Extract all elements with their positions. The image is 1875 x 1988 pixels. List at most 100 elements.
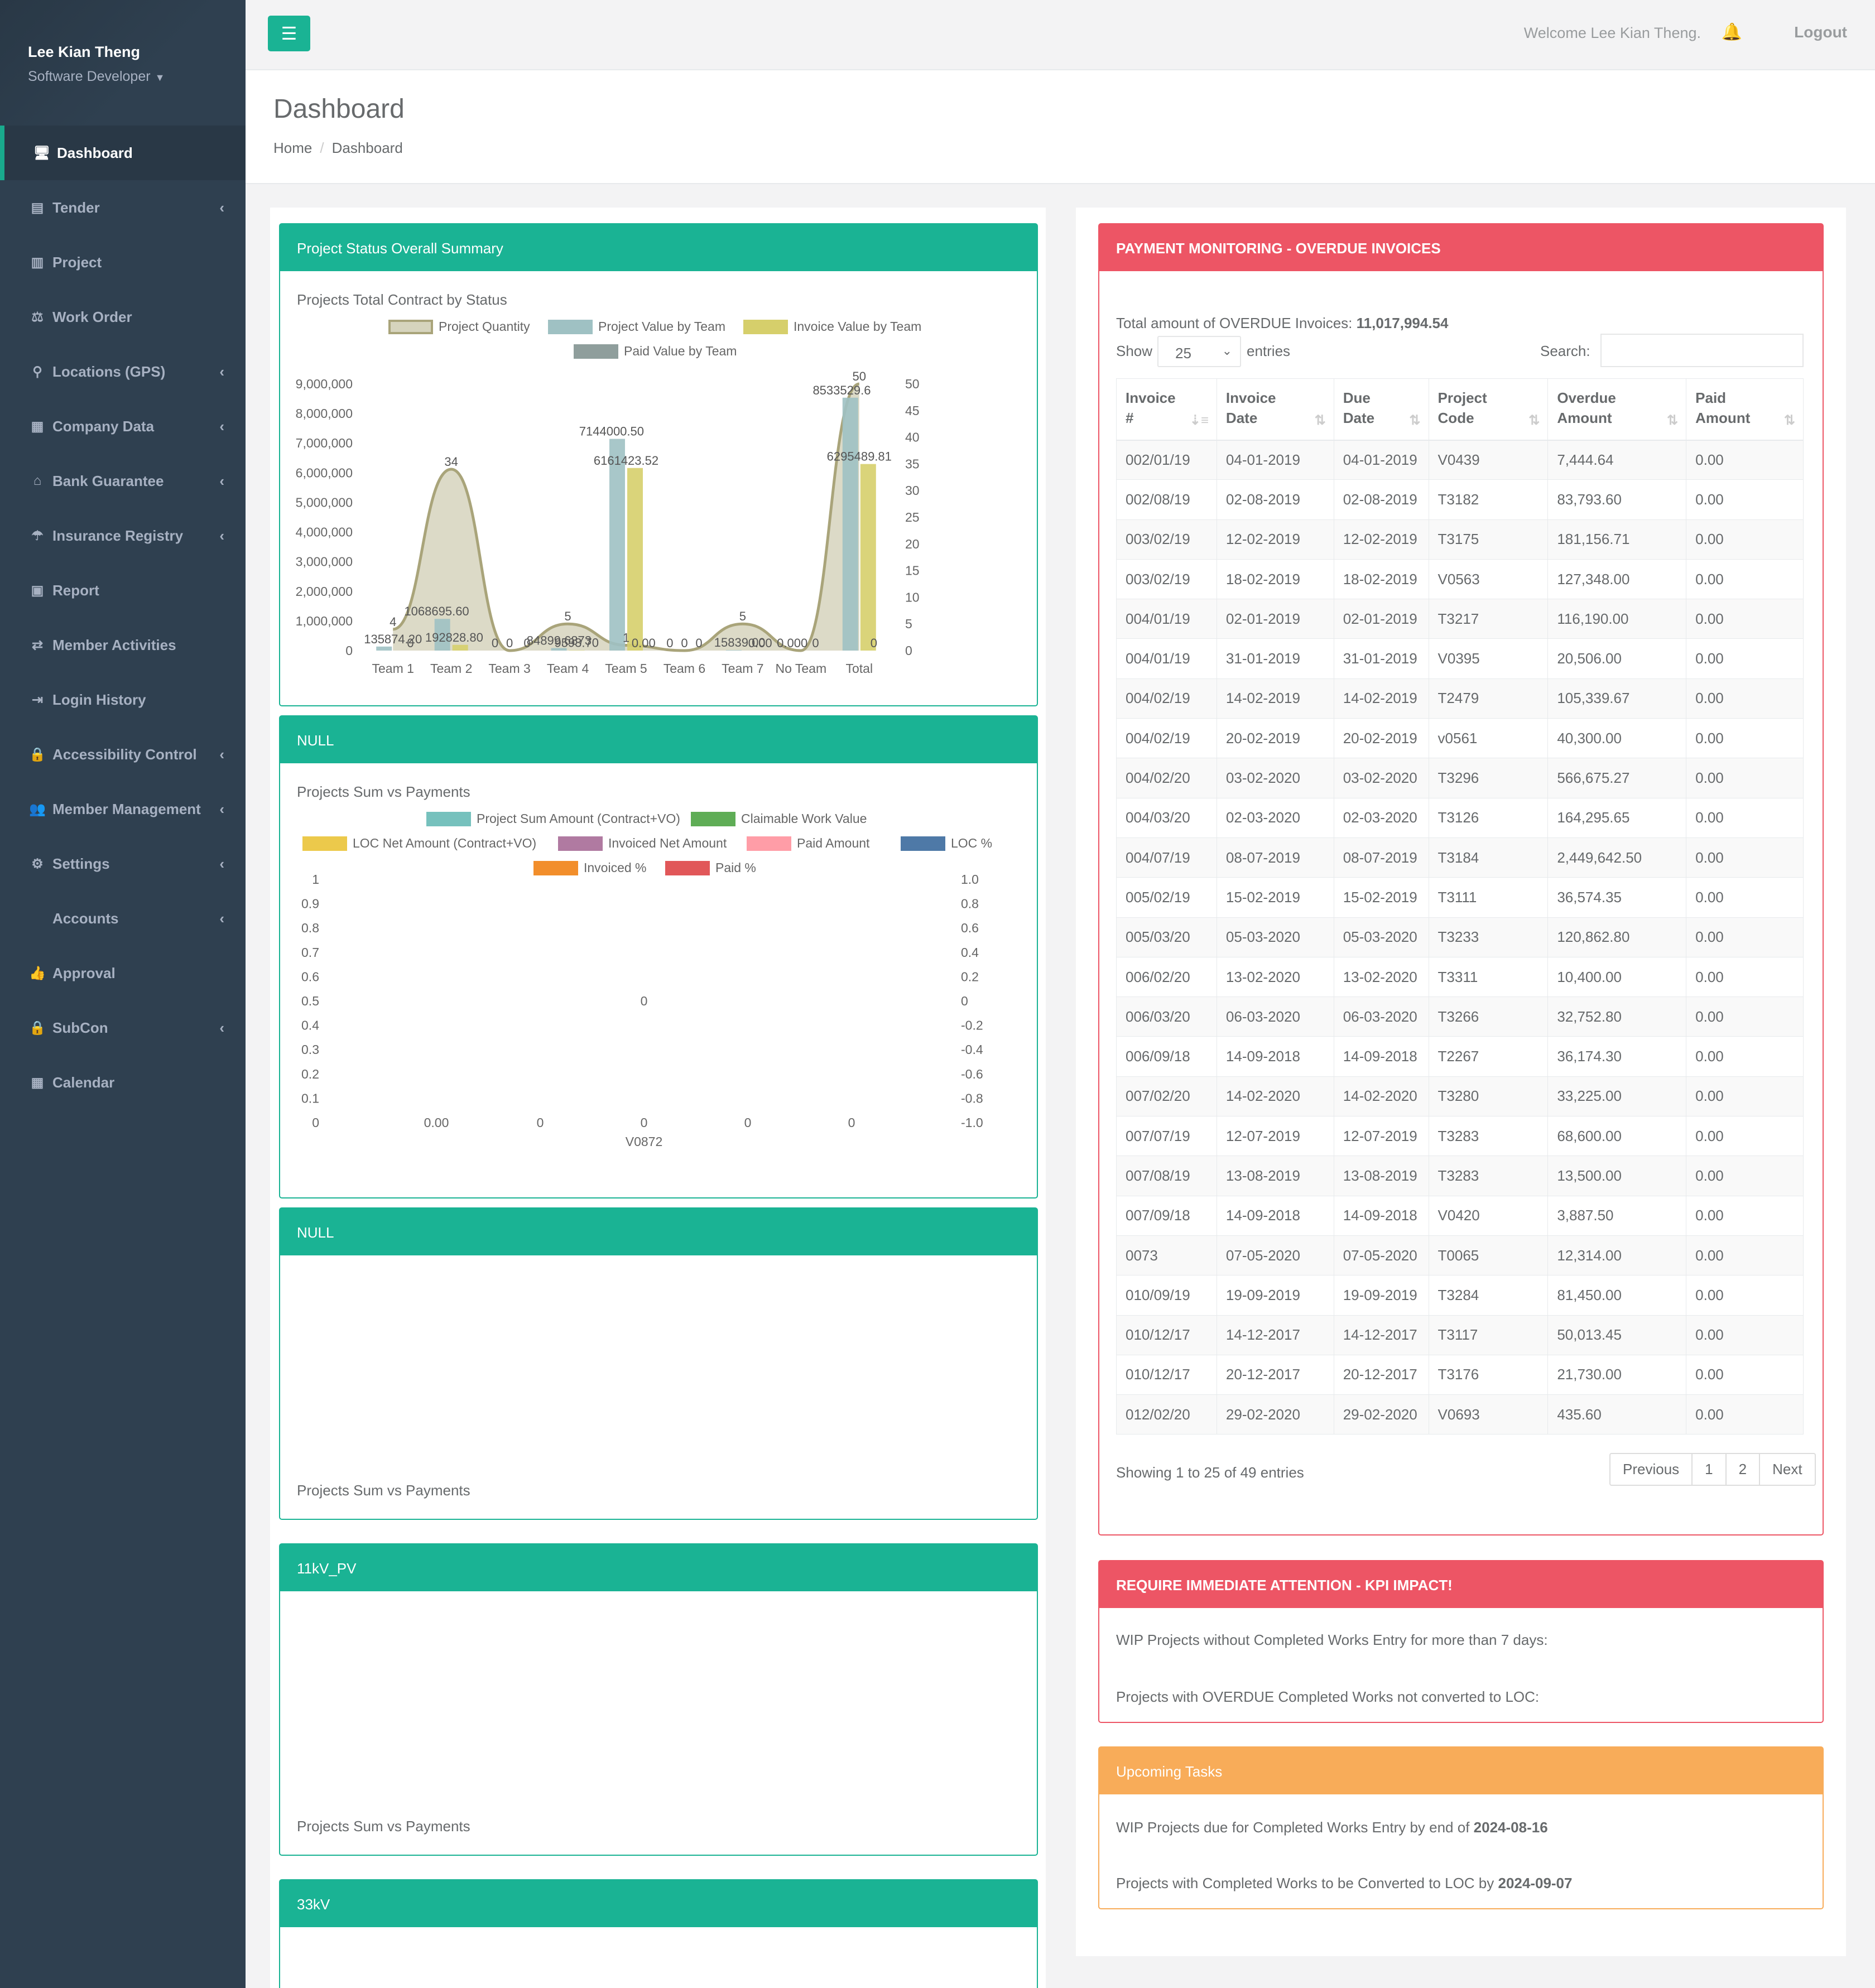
table-row[interactable]: 006/09/18 14-09-2018 14-09-2018 T2267 36,174… xyxy=(1116,1036,1804,1077)
bar-project-value[interactable] xyxy=(609,439,625,651)
bar-invoice-value[interactable] xyxy=(627,468,643,651)
table-cell: 0.00 xyxy=(1686,519,1804,560)
table-row[interactable]: 002/01/19 04-01-2019 04-01-2019 V0439 7,444.… xyxy=(1116,439,1804,480)
table-row[interactable]: 004/07/19 08-07-2019 08-07-2019 T3184 2,449,… xyxy=(1116,837,1804,878)
bar-invoice-value[interactable] xyxy=(452,644,468,651)
sidebar-item-project[interactable]: ▥ Project xyxy=(0,235,246,290)
table-row[interactable]: 004/01/19 31-01-2019 31-01-2019 V0395 20,506… xyxy=(1116,638,1804,679)
column-header[interactable]: Paid Amount ⇅ xyxy=(1686,378,1804,441)
entries-select[interactable]: 25 ⌄ xyxy=(1157,336,1241,367)
page-button-previous[interactable]: Previous xyxy=(1610,1454,1693,1485)
legend-item[interactable]: Paid Amount xyxy=(747,836,869,851)
sidebar-item-report[interactable]: ▣ Report xyxy=(0,563,246,618)
bar-invoice-value[interactable] xyxy=(860,464,876,651)
sidebar-item-calendar[interactable]: ▦ Calendar xyxy=(0,1055,246,1110)
table-cell: T3175 xyxy=(1428,519,1549,560)
breadcrumb-home[interactable]: Home xyxy=(273,139,312,156)
sidebar-item-login-history[interactable]: ⇥ Login History xyxy=(0,672,246,727)
table-row[interactable]: 007/02/20 14-02-2020 14-02-2020 T3280 33,225… xyxy=(1116,1076,1804,1117)
table-cell: 02-08-2019 xyxy=(1216,479,1334,520)
table-row[interactable]: 005/02/19 15-02-2019 15-02-2019 T3111 36,574… xyxy=(1116,877,1804,918)
table-row[interactable]: 007/09/18 14-09-2018 14-09-2018 V0420 3,887.… xyxy=(1116,1195,1804,1236)
sidebar-item-member-activities[interactable]: ⇄ Member Activities xyxy=(0,618,246,672)
legend-item[interactable]: LOC Net Amount (Contract+VO) xyxy=(302,836,536,851)
x-tick-label: Team 4 xyxy=(547,661,589,676)
legend-item[interactable]: Paid Value by Team xyxy=(574,344,737,359)
legend-item[interactable]: Claimable Work Value xyxy=(691,811,867,826)
column-header[interactable]: Due Date ⇅ xyxy=(1333,378,1429,441)
legend-item[interactable]: Invoice Value by Team xyxy=(743,319,921,334)
map-marker-icon: ⚲ xyxy=(32,364,42,379)
table-row[interactable]: 005/03/20 05-03-2020 05-03-2020 T3233 120,86… xyxy=(1116,917,1804,957)
table-row[interactable]: 010/12/17 14-12-2017 14-12-2017 T3117 50,013… xyxy=(1116,1315,1804,1355)
table-cell: 12-02-2019 xyxy=(1333,519,1429,560)
legend-item[interactable]: Paid % xyxy=(665,860,756,875)
data-label: 0 xyxy=(695,636,702,650)
table-row[interactable]: 004/03/20 02-03-2020 02-03-2020 T3126 164,29… xyxy=(1116,797,1804,838)
user-role-dropdown[interactable]: Software Developer ▼ xyxy=(28,69,246,85)
search-input[interactable] xyxy=(1600,334,1804,367)
legend-item[interactable]: Project Value by Team xyxy=(548,319,725,334)
table-row[interactable]: 004/01/19 02-01-2019 02-01-2019 T3217 116,19… xyxy=(1116,599,1804,639)
table-row[interactable]: 006/02/20 13-02-2020 13-02-2020 T3311 10,400… xyxy=(1116,956,1804,998)
column-header[interactable]: Invoice Date ⇅ xyxy=(1216,378,1334,441)
sidebar-item-subcon[interactable]: 🔒 SubCon ‹ xyxy=(0,1000,246,1055)
table-cell: 2,449,642.50 xyxy=(1547,837,1687,878)
column-header[interactable]: Invoice # ⇣≡ xyxy=(1116,378,1217,441)
sidebar-item-dashboard[interactable]: 🖥 Dashboard xyxy=(0,126,246,180)
sidebar-item-work-order[interactable]: ⚖ Work Order xyxy=(0,290,246,344)
column-header[interactable]: Overdue Amount ⇅ xyxy=(1547,378,1687,441)
bar-project-value[interactable] xyxy=(376,646,392,651)
column-header[interactable]: Project Code ⇅ xyxy=(1428,378,1549,441)
page-button-next[interactable]: Next xyxy=(1760,1454,1814,1485)
sidebar-item-insurance-registry[interactable]: ☂ Insurance Registry ‹ xyxy=(0,508,246,563)
bar-invoice-value[interactable] xyxy=(569,650,585,651)
sidebar-item-accounts[interactable]: Accounts ‹ xyxy=(0,891,246,946)
table-cell: 81,450.00 xyxy=(1547,1275,1687,1316)
table-row[interactable]: 004/02/19 14-02-2019 14-02-2019 T2479 105,33… xyxy=(1116,678,1804,719)
bell-icon[interactable]: 🔔 xyxy=(1722,22,1742,42)
table-row[interactable]: 012/02/20 29-02-2020 29-02-2020 V0693 435.60… xyxy=(1116,1394,1804,1435)
table-cell: T3111 xyxy=(1428,877,1549,918)
bar-project-value[interactable] xyxy=(725,650,742,651)
legend-swatch xyxy=(388,319,433,334)
legend-item[interactable]: Project Sum Amount (Contract+VO) xyxy=(426,811,680,826)
y-tick-label: 0.9 xyxy=(301,897,319,911)
page-button-1[interactable]: 1 xyxy=(1693,1454,1727,1485)
legend-item[interactable]: LOC % xyxy=(901,836,992,851)
page-button-2[interactable]: 2 xyxy=(1727,1454,1761,1485)
table-row[interactable]: 010/12/17 20-12-2017 20-12-2017 T3176 21,730… xyxy=(1116,1354,1804,1395)
table-row[interactable]: 007/08/19 13-08-2019 13-08-2019 T3283 13,500… xyxy=(1116,1156,1804,1196)
table-cell: 18-02-2019 xyxy=(1333,559,1429,600)
sidebar-item-accessibility-control[interactable]: 🔒 Accessibility Control ‹ xyxy=(0,727,246,782)
table-cell: 0.00 xyxy=(1686,1036,1804,1077)
exchange-icon: ⇄ xyxy=(31,637,44,653)
sidebar-item-company-data[interactable]: ▦ Company Data ‹ xyxy=(0,399,246,454)
sidebar-item-tender[interactable]: ▤ Tender ‹ xyxy=(0,180,246,235)
table-row[interactable]: 004/02/20 03-02-2020 03-02-2020 T3296 566,67… xyxy=(1116,758,1804,798)
table-row[interactable]: 006/03/20 06-03-2020 06-03-2020 T3266 32,752… xyxy=(1116,997,1804,1037)
menu-toggle-button[interactable]: ☰ xyxy=(268,16,310,51)
y-tick-label: 4,000,000 xyxy=(296,525,353,540)
sidebar-item-bank-guarantee[interactable]: ⌂ Bank Guarantee ‹ xyxy=(0,454,246,508)
legend-item[interactable]: Invoiced % xyxy=(533,860,647,875)
table-row[interactable]: 004/02/19 20-02-2019 20-02-2019 v0561 40,300… xyxy=(1116,718,1804,759)
table-row[interactable]: 003/02/19 12-02-2019 12-02-2019 T3175 181,15… xyxy=(1116,519,1804,560)
table-row[interactable]: 003/02/19 18-02-2019 18-02-2019 V0563 127,34… xyxy=(1116,559,1804,600)
table-row[interactable]: 0073 07-05-2020 07-05-2020 T0065 12,314.00 0.… xyxy=(1116,1235,1804,1276)
table-cell: 007/08/19 xyxy=(1116,1156,1217,1196)
table-row[interactable]: 010/09/19 19-09-2019 19-09-2019 T3284 81,450… xyxy=(1116,1275,1804,1316)
bar-project-value[interactable] xyxy=(842,397,858,651)
sidebar-item-approval[interactable]: 👍 Approval xyxy=(0,946,246,1000)
sidebar-item-member-management[interactable]: 👥 Member Management ‹ xyxy=(0,782,246,836)
table-row[interactable]: 007/07/19 12-07-2019 12-07-2019 T3283 68,600… xyxy=(1116,1116,1804,1157)
logout-link[interactable]: Logout xyxy=(1794,23,1847,41)
sidebar-item-settings[interactable]: ⚙ Settings ‹ xyxy=(0,836,246,891)
legend-item[interactable]: Project Quantity xyxy=(388,319,530,334)
table-cell: 33,225.00 xyxy=(1547,1076,1687,1117)
table-row[interactable]: 002/08/19 02-08-2019 02-08-2019 T3182 83,793… xyxy=(1116,479,1804,520)
sidebar-item-locations-gps[interactable]: ⚲ Locations (GPS) ‹ xyxy=(0,344,246,399)
legend-item[interactable]: Invoiced Net Amount xyxy=(558,836,727,851)
table-cell: 0.00 xyxy=(1686,837,1804,878)
table-cell: T3311 xyxy=(1428,956,1549,998)
